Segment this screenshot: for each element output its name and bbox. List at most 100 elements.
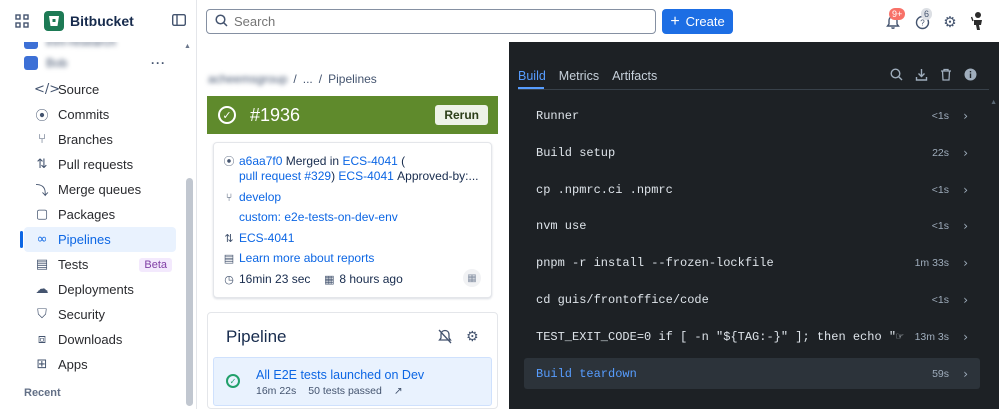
- log-step[interactable]: cd guis/frontoffice/code <1s ›: [524, 284, 980, 315]
- issue-link[interactable]: ECS-4041: [239, 231, 294, 245]
- log-tabs: Build Metrics Artifacts: [518, 69, 657, 83]
- branch-row: ⑂ develop: [222, 190, 281, 204]
- search-log-icon[interactable]: [890, 68, 903, 85]
- step-tests-result: 50 tests passed: [308, 385, 382, 397]
- sidebar-item-packages[interactable]: ▢ Packages: [24, 202, 176, 227]
- repo-item-current[interactable]: Bob ···: [0, 52, 186, 74]
- chevron-right-icon: ›: [963, 255, 968, 270]
- sidebar-item-merge-queues[interactable]: ⤵ Merge queues: [24, 177, 176, 202]
- step-duration: <1s: [931, 183, 949, 196]
- collapse-sidebar-icon[interactable]: [171, 13, 187, 29]
- chevron-right-icon: ›: [963, 108, 968, 123]
- sidebar-item-deployments[interactable]: ☁ Deployments: [24, 277, 176, 302]
- step-command: Build teardown: [536, 366, 637, 381]
- app-name[interactable]: Bitbucket: [70, 13, 134, 29]
- sidebar-item-pipelines[interactable]: ∞ Pipelines: [20, 227, 176, 252]
- sidebar-scrollbar[interactable]: [186, 178, 193, 406]
- sidebar-item-label: Pipelines: [58, 232, 111, 247]
- chevron-right-icon: ›: [963, 145, 968, 160]
- more-icon[interactable]: ···: [151, 56, 166, 70]
- sidebar-item-source[interactable]: </> Source: [24, 77, 176, 102]
- pipeline-settings-gear-icon[interactable]: ⚙: [466, 329, 479, 345]
- settings-gear-icon[interactable]: ⚙: [940, 12, 960, 32]
- custom-pipeline-link[interactable]: custom: e2e-tests-on-dev-env: [239, 210, 398, 224]
- commit-hash-link[interactable]: a6aa7f0: [239, 154, 282, 168]
- sidebar-item-security[interactable]: ⛉ Security: [24, 302, 176, 327]
- build-info-card: ⦿ a6aa7f0 Merged in ECS-4041 ( pull requ…: [213, 142, 492, 298]
- log-step-selected[interactable]: Build teardown 59s ›: [524, 358, 980, 389]
- commit-ref-link[interactable]: ECS-4041: [338, 169, 393, 183]
- commit-message-row: pull request #329) ECS-4041 Approved-by:…: [239, 169, 479, 183]
- step-success-icon: ✓: [226, 374, 240, 388]
- step-duration: <1s: [931, 109, 949, 122]
- log-step[interactable]: nvm use <1s ›: [524, 210, 980, 241]
- sidebar-item-pull-requests[interactable]: ⇅ Pull requests: [24, 152, 176, 177]
- search-input[interactable]: [234, 14, 614, 29]
- step-name[interactable]: All E2E tests launched on Dev: [256, 368, 424, 382]
- sidebar-item-commits[interactable]: ⦿ Commits: [24, 102, 176, 127]
- reports-row: ▤ Learn more about reports: [222, 251, 375, 265]
- search-icon: [215, 13, 228, 30]
- notifications-off-icon[interactable]: [438, 329, 452, 348]
- scroll-up-arrow-icon[interactable]: ▲: [184, 43, 191, 50]
- sidebar-item-label: Pull requests: [58, 157, 134, 172]
- log-step[interactable]: Build setup 22s ›: [524, 137, 980, 168]
- info-icon[interactable]: [964, 68, 977, 85]
- log-step[interactable]: pnpm -r install --frozen-lockfile 1m 33s ›: [524, 247, 980, 278]
- step-command: TEST_EXIT_CODE=0 if [ -n "${TAG:-}" ]; t…: [536, 330, 904, 344]
- pipeline-step[interactable]: ✓ All E2E tests launched on Dev 16m 22s …: [213, 357, 492, 406]
- sidebar-item-apps[interactable]: ⊞ Apps: [24, 352, 176, 377]
- step-duration: 1m 33s: [914, 256, 949, 269]
- sidebar-nav: inm-research Bob ··· </> Source ⦿ Commits …: [0, 42, 186, 409]
- sidebar-item-branches[interactable]: ⑂ Branches: [24, 127, 176, 152]
- branch-link[interactable]: develop: [239, 190, 281, 204]
- schedule-icon[interactable]: ▦: [463, 269, 481, 287]
- log-step[interactable]: TEST_EXIT_CODE=0 if [ -n "${TAG:-}" ]; t…: [524, 321, 980, 352]
- sidebar-item-label: Deployments: [58, 282, 134, 297]
- breadcrumb-ellipsis[interactable]: ...: [303, 72, 313, 86]
- download-log-icon[interactable]: [915, 68, 928, 85]
- reports-link[interactable]: Learn more about reports: [239, 251, 374, 265]
- sidebar-item-label: Apps: [58, 357, 88, 372]
- sidebar-item-tests[interactable]: ▤ Tests Beta: [24, 252, 176, 277]
- step-meta: 16m 22s 50 tests passed ↗: [256, 385, 403, 397]
- breadcrumb-separator: /: [293, 72, 297, 86]
- step-command: nvm use: [536, 218, 587, 233]
- sidebar-item-label: Source: [58, 82, 100, 97]
- tab-build[interactable]: Build: [518, 69, 546, 83]
- sidebar-item-label: Merge queues: [58, 182, 142, 197]
- sidebar-item-label: Security: [58, 307, 105, 322]
- step-command: cd guis/frontoffice/code: [536, 292, 709, 307]
- scroll-up-arrow-icon[interactable]: ▲: [990, 99, 997, 106]
- log-step[interactable]: cp .npmrc.ci .npmrc <1s ›: [524, 174, 980, 205]
- delete-icon[interactable]: [940, 68, 952, 85]
- repo-item-top[interactable]: inm-research: [0, 42, 186, 49]
- recent-heading: Recent: [24, 387, 61, 399]
- step-duration: 13m 3s: [914, 330, 949, 343]
- breadcrumb-current[interactable]: Pipelines: [328, 72, 377, 86]
- tab-metrics[interactable]: Metrics: [559, 69, 599, 83]
- commit-icon: ⦿: [223, 155, 235, 168]
- user-avatar-icon[interactable]: [970, 11, 987, 31]
- app-switcher-icon[interactable]: [10, 9, 34, 33]
- repo-name: Bob: [46, 56, 68, 70]
- pull-request-link[interactable]: pull request #329: [239, 169, 331, 183]
- merged-branch-link[interactable]: ECS-4041: [342, 154, 397, 168]
- bitbucket-logo[interactable]: [44, 11, 64, 31]
- breadcrumb-workspace[interactable]: acheemsgroup: [208, 72, 287, 86]
- pull-request-icon: ⇅: [36, 157, 48, 172]
- sidebar: Bitbucket inm-research Bob ··· </> Source…: [0, 0, 197, 409]
- tab-artifacts[interactable]: Artifacts: [612, 69, 657, 83]
- log-step[interactable]: Runner <1s ›: [524, 100, 980, 131]
- create-button[interactable]: + Create: [662, 9, 733, 34]
- rerun-button[interactable]: Rerun: [435, 105, 488, 125]
- pull-request-icon: ⇅: [224, 231, 234, 245]
- sidebar-item-label: Tests: [58, 257, 89, 272]
- tests-icon: ▤: [35, 257, 49, 272]
- sidebar-item-downloads[interactable]: ⧈ Downloads: [24, 327, 176, 352]
- external-link-icon[interactable]: ↗: [394, 385, 403, 397]
- step-command: Build setup: [536, 145, 616, 160]
- step-duration: 16m 22s: [256, 385, 297, 397]
- search-box[interactable]: [206, 9, 656, 34]
- package-icon: ▢: [35, 207, 49, 222]
